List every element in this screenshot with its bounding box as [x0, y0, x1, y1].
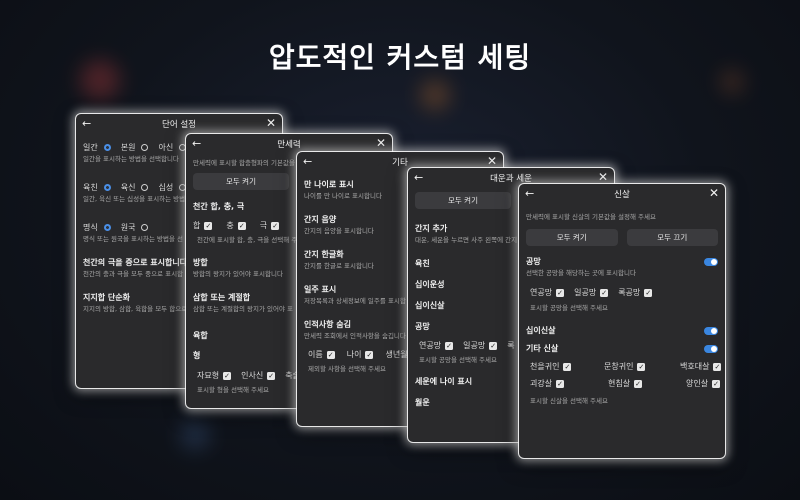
arrow-left-icon[interactable]: ← — [525, 187, 534, 200]
check-label: 합 — [193, 221, 201, 230]
close-icon[interactable]: ✕ — [709, 186, 719, 200]
check-grid: 천을귀인 ✓ 문창귀인 ✓ 백호대살 ✓ 괴강살 ✓ 현침살 ✓ 양인살 ✓ — [526, 361, 722, 395]
button-row: 모두 켜기 모두 끄기 — [526, 229, 718, 246]
card-title: 기타 — [392, 158, 408, 168]
checkbox-name[interactable]: ✓ — [326, 350, 335, 359]
check-label: 충 — [226, 221, 234, 230]
settings-card-sinsal: ← 신살 ✕ 만세력에 표시할 신살의 기본값을 설정해 주세요 모두 켜기 모… — [519, 184, 725, 458]
toggle-row-sibi: 십이신살 — [526, 325, 718, 336]
checkbox-il-gongmang[interactable]: ✓ — [600, 288, 609, 297]
checkbox-yeon-gongmang[interactable]: ✓ — [445, 341, 454, 350]
radio-label: 명식 — [83, 223, 98, 232]
radio-label: 육신 — [120, 183, 136, 192]
close-icon[interactable]: ✕ — [376, 136, 386, 150]
check-label: 나이 — [346, 350, 362, 359]
checkbox-yeon-gongmang[interactable]: ✓ — [556, 288, 565, 297]
checkbox-goegang[interactable]: ✓ — [556, 379, 565, 388]
check-item: 양인살 ✓ — [686, 378, 721, 389]
all-on-button[interactable]: 모두 켜기 — [193, 173, 289, 190]
background-bokeh — [420, 80, 450, 110]
checkbox-geuk[interactable]: ✓ — [271, 221, 280, 230]
toggle-row-etc: 기타 신살 — [526, 343, 718, 354]
check-item: 천을귀인 ✓ — [530, 361, 572, 372]
card-header: ← 단어 설정 ✕ — [76, 114, 282, 134]
card-title: 신살 — [614, 190, 630, 200]
sibi-sinsal-toggle[interactable] — [704, 326, 718, 335]
check-label: 일공망 — [574, 288, 597, 297]
close-icon[interactable]: ✕ — [487, 154, 497, 168]
check-label: 연공망 — [419, 341, 442, 350]
checkbox-munchang[interactable]: ✓ — [637, 362, 646, 371]
setting-title: 기타 신살 — [526, 344, 559, 353]
check-label: 인사신 — [241, 371, 264, 380]
arrow-left-icon[interactable]: ← — [192, 137, 201, 150]
all-on-button[interactable]: 모두 켜기 — [526, 229, 618, 246]
check-item: 백호대살 ✓ — [680, 361, 722, 372]
close-icon[interactable]: ✕ — [598, 170, 608, 184]
card-header: ← 신살 ✕ — [519, 184, 725, 204]
card-title: 대운과 세운 — [490, 174, 532, 184]
arrow-left-icon[interactable]: ← — [82, 117, 91, 130]
toggle-row-gongmang: 공망 — [526, 256, 718, 267]
arrow-left-icon[interactable]: ← — [414, 171, 423, 184]
radio-label: 십성 — [158, 183, 174, 192]
all-off-button[interactable]: 모두 끄기 — [626, 229, 718, 246]
card-title: 단어 설정 — [162, 120, 196, 130]
check-label: 일공망 — [463, 341, 486, 350]
checkbox-il-gongmang[interactable]: ✓ — [489, 341, 498, 350]
radio-bonwon[interactable] — [141, 144, 149, 151]
check-label: 백호대살 — [680, 362, 710, 371]
radio-ilgan[interactable] — [103, 144, 111, 151]
gongmang-toggle[interactable] — [704, 257, 718, 266]
check-label: 현침살 — [608, 379, 631, 388]
check-label: 문창귀인 — [604, 362, 634, 371]
check-label: 록 — [507, 341, 515, 350]
checkbox-hyeonchim[interactable]: ✓ — [634, 379, 643, 388]
check-group: 연공망 ✓ 일공망 ✓ 록공망 ✓ — [526, 287, 718, 298]
headline: 압도적인 커스텀 세팅 — [268, 41, 532, 74]
radio-label: 아신 — [158, 143, 174, 152]
check-label: 천을귀인 — [530, 362, 560, 371]
checkbox-rok-gongmang[interactable]: ✓ — [644, 288, 653, 297]
radio-label: 원국 — [120, 223, 136, 232]
check-label: 양인살 — [686, 379, 709, 388]
setting-desc: 선택한 공망을 해당하는 곳에 표시합니다 — [526, 269, 636, 277]
background-bokeh — [180, 420, 210, 450]
all-on-button[interactable]: 모두 켜기 — [415, 192, 511, 209]
check-desc: 표시할 공망을 선택해 주세요 — [530, 304, 608, 312]
radio-yuksin[interactable] — [141, 184, 149, 191]
card-title: 만세력 — [277, 140, 301, 150]
check-item: 문창귀인 ✓ — [604, 361, 646, 372]
check-label: 괴강살 — [530, 379, 553, 388]
checkbox-cheoneul[interactable]: ✓ — [563, 362, 572, 371]
etc-sinsal-toggle[interactable] — [704, 344, 718, 353]
check-label: 극 — [259, 221, 268, 230]
radio-yukchin[interactable] — [103, 184, 111, 191]
check-item: 현침살 ✓ — [608, 378, 643, 389]
checkbox-chung[interactable]: ✓ — [237, 221, 246, 230]
checkbox-baekho[interactable]: ✓ — [713, 362, 722, 371]
checkbox-yangin[interactable]: ✓ — [712, 379, 721, 388]
card-desc: 만세력에 표시할 신살의 기본값을 설정해 주세요 — [526, 213, 656, 221]
setting-title: 공망 — [526, 257, 541, 266]
arrow-left-icon[interactable]: ← — [303, 155, 312, 168]
check-label: 록공망 — [618, 288, 641, 297]
checkbox-insasin[interactable]: ✓ — [267, 371, 276, 380]
check-item: 괴강살 ✓ — [530, 378, 565, 389]
check-desc: 표시할 신살을 선택해 주세요 — [530, 397, 608, 405]
check-label: 자묘형 — [197, 371, 220, 380]
radio-label: 일간 — [83, 143, 98, 152]
radio-label: 본원 — [120, 143, 136, 152]
card-header: ← 만세력 ✕ — [186, 134, 392, 154]
check-label: 이름 — [308, 350, 323, 359]
checkbox-age[interactable]: ✓ — [365, 350, 374, 359]
close-icon[interactable]: ✕ — [266, 116, 276, 130]
radio-myeongsik[interactable] — [103, 224, 111, 231]
radio-wonguk[interactable] — [141, 224, 149, 231]
setting-title: 십이신살 — [526, 326, 556, 335]
checkbox-hap[interactable]: ✓ — [204, 221, 213, 230]
radio-label: 육친 — [83, 183, 98, 192]
check-label: 연공망 — [530, 288, 553, 297]
checkbox-jamyo[interactable]: ✓ — [223, 371, 232, 380]
